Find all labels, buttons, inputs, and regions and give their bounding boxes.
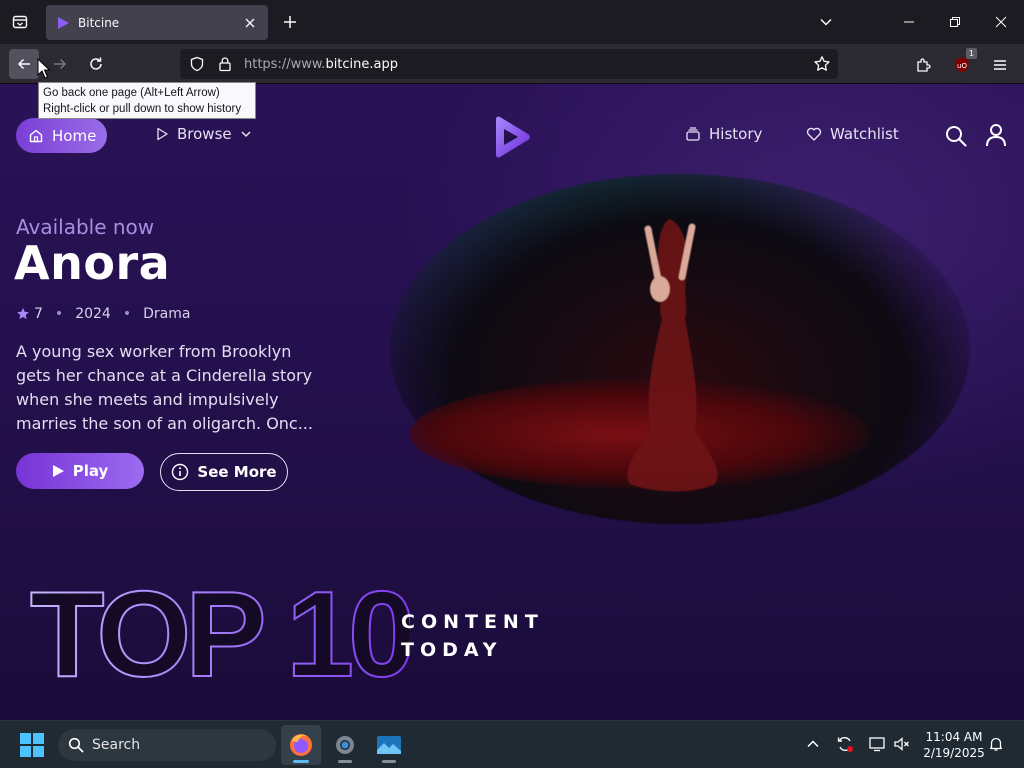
extensions-puzzle-icon[interactable]	[913, 54, 935, 76]
nav-browse-label: Browse	[177, 125, 232, 143]
meta-separator: •	[122, 306, 132, 322]
home-icon	[29, 129, 43, 142]
history-stack-icon	[686, 127, 700, 141]
hero-meta-row: 7 • 2024 • Drama	[16, 306, 190, 322]
address-bar[interactable]: https://www.bitcine.app	[180, 49, 838, 79]
taskbar-search-box[interactable]: Search	[58, 729, 276, 761]
top-10-subtitle-line-2: TODAY	[401, 639, 503, 661]
info-circle-icon	[172, 463, 189, 481]
bookmark-star-icon[interactable]	[812, 54, 832, 74]
nav-home-label: Home	[52, 126, 97, 145]
tracking-protection-shield-icon[interactable]	[188, 55, 206, 73]
top-10-text: TOP 10	[30, 576, 410, 686]
chevron-down-icon	[241, 131, 251, 138]
windows-taskbar: Search 11:04 AM 2/19/2025	[0, 720, 1024, 768]
nav-watchlist-link[interactable]: Watchlist	[806, 125, 899, 143]
hero-title: Anora	[14, 236, 171, 290]
taskbar-photos-app[interactable]	[369, 725, 409, 765]
taskbar-settings-app[interactable]	[325, 725, 365, 765]
taskbar-date: 2/19/2025	[923, 746, 985, 760]
top-10-heading: TOP 10	[30, 576, 410, 686]
bitcine-logo[interactable]	[492, 116, 532, 158]
show-hidden-icons-chevron-up-icon[interactable]	[803, 734, 823, 754]
taskbar-search-label: Search	[92, 737, 141, 753]
tab-bitcine[interactable]: Bitcine	[46, 5, 268, 40]
minimize-window-icon[interactable]	[886, 0, 932, 44]
url-domain: bitcine.app	[325, 56, 398, 72]
padlock-icon[interactable]	[216, 55, 234, 73]
nav-home-button[interactable]: Home	[16, 118, 107, 153]
firefox-icon	[290, 734, 312, 756]
meta-separator: •	[54, 306, 64, 322]
play-button[interactable]: Play	[16, 453, 144, 489]
network-display-icon[interactable]	[867, 734, 887, 754]
running-indicator	[338, 760, 352, 763]
search-icon	[68, 737, 84, 753]
new-tab-plus-icon[interactable]	[278, 10, 302, 34]
running-indicator	[382, 760, 396, 763]
hero-year: 2024	[75, 306, 111, 322]
back-arrow-icon[interactable]	[9, 49, 39, 79]
notification-bell-icon[interactable]	[986, 734, 1006, 754]
nav-watchlist-label: Watchlist	[830, 125, 899, 143]
bitcine-favicon-icon	[58, 16, 69, 29]
tooltip-line-2: Right-click or pull down to show history	[43, 103, 242, 115]
nav-history-link[interactable]: History	[685, 125, 762, 143]
play-button-label: Play	[72, 462, 109, 480]
extension-badge: 1	[965, 48, 977, 59]
top-10-subtitle-line-1: CONTENT	[401, 611, 544, 633]
taskbar-clock[interactable]: 11:04 AM 2/19/2025	[918, 729, 990, 761]
url-text: https://www.bitcine.app	[244, 57, 398, 72]
user-account-icon[interactable]	[985, 123, 1007, 147]
hero-genre: Drama	[143, 306, 191, 322]
gear-icon	[336, 736, 354, 754]
play-outline-icon	[157, 127, 168, 141]
mouse-cursor-icon	[37, 58, 51, 79]
ublock-origin-extension-icon[interactable]: uO 1	[951, 48, 977, 76]
star-rating-icon	[17, 308, 29, 320]
top-10-subtitle: CONTENT TODAY	[401, 608, 544, 664]
app-menu-hamburger-icon[interactable]	[989, 54, 1011, 76]
windows-start-icon[interactable]	[20, 733, 44, 757]
active-indicator	[293, 760, 309, 763]
heart-icon	[806, 127, 822, 141]
restore-window-icon[interactable]	[932, 0, 978, 44]
url-prefix: https://www.	[244, 56, 326, 72]
see-more-button-label: See More	[197, 463, 277, 481]
photos-icon	[377, 736, 401, 754]
tab-list-icon[interactable]	[8, 10, 32, 34]
bitcine-page: Home Browse History Watchlist Available …	[0, 84, 1024, 720]
nav-browse-dropdown[interactable]: Browse	[155, 125, 252, 143]
see-more-button[interactable]: See More	[160, 453, 288, 491]
taskbar-firefox-app[interactable]	[281, 725, 321, 765]
volume-muted-icon[interactable]	[892, 734, 912, 754]
svg-text:uO: uO	[957, 62, 967, 70]
tab-close-icon[interactable]	[242, 15, 258, 31]
hero-backdrop-image	[390, 174, 970, 524]
list-all-tabs-chevron-icon[interactable]	[814, 10, 838, 34]
tooltip-line-1: Go back one page (Alt+Left Arrow)	[43, 87, 220, 99]
sync-status-icon[interactable]	[835, 734, 855, 754]
play-icon	[52, 465, 64, 477]
browser-navigation-bar: https://www.bitcine.app uO 1	[0, 44, 1024, 84]
browser-tab-bar: Bitcine	[0, 0, 1024, 44]
nav-history-label: History	[709, 125, 763, 143]
close-window-icon[interactable]	[978, 0, 1024, 44]
hero-rating: 7	[34, 306, 43, 322]
taskbar-time: 11:04 AM	[925, 730, 983, 744]
back-button-tooltip: Go back one page (Alt+Left Arrow) Right-…	[38, 82, 256, 119]
tab-title: Bitcine	[78, 15, 120, 30]
reload-icon[interactable]	[81, 49, 111, 79]
hero-figure-silhouette	[627, 219, 718, 492]
hero-description: A young sex worker from Brooklyn gets he…	[16, 342, 313, 433]
search-icon[interactable]	[944, 124, 968, 148]
